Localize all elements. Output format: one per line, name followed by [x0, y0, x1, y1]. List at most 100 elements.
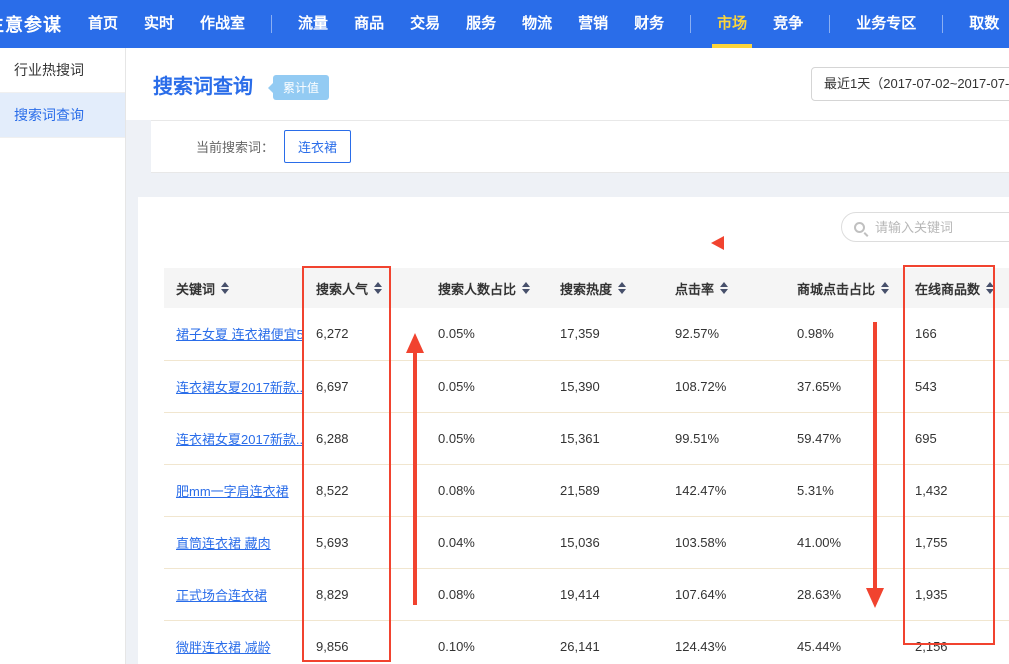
table-cell: 166	[903, 308, 1009, 360]
column-header-label: 在线商品数	[915, 282, 980, 297]
table-cell: 99.51%	[663, 412, 785, 464]
column-header[interactable]: 关键词	[164, 268, 304, 308]
sort-icon[interactable]	[881, 282, 890, 295]
table-cell: 17,359	[548, 308, 663, 360]
sort-icon[interactable]	[618, 282, 627, 295]
brand-logo[interactable]: 生意参谋	[0, 11, 62, 37]
sidebar-item[interactable]: 搜索词查询	[0, 93, 125, 138]
column-header[interactable]: 在线商品数	[903, 268, 1009, 308]
sort-icon[interactable]	[374, 282, 383, 295]
nav-item[interactable]: 流量	[298, 0, 328, 48]
table-cell: 0.05%	[426, 360, 548, 412]
nav-separator	[271, 15, 272, 33]
nav-item[interactable]: 取数	[969, 0, 999, 48]
keyword-cell: 正式场合连衣裙	[164, 568, 304, 620]
table-cell: 0.05%	[426, 412, 548, 464]
table-cell: 0.98%	[785, 308, 903, 360]
column-header[interactable]: 商城点击占比	[785, 268, 903, 308]
table-cell: 15,390	[548, 360, 663, 412]
current-keyword-label: 当前搜索词：	[196, 137, 274, 156]
keyword-link[interactable]: 裙子女夏 连衣裙便宜5...	[176, 327, 304, 342]
column-header-label: 搜索热度	[560, 282, 612, 297]
keyword-tag[interactable]: 连衣裙	[284, 130, 351, 163]
table-cell: 2,156	[903, 620, 1009, 664]
table-cell: 1,935	[903, 568, 1009, 620]
nav-item[interactable]: 营销	[578, 0, 608, 48]
table-header-row: 关键词搜索人气 搜索人数占比 搜索热度 点击率商城点击占比 在线商品数	[164, 268, 1009, 308]
keyword-cell: 微胖连衣裙 减龄	[164, 620, 304, 664]
table-cell: 37.65%	[785, 360, 903, 412]
top-nav: 生意参谋 首页实时作战室 流量商品交易服务物流营销财务 市场竞争 业务专区 取数	[0, 0, 1009, 48]
table-cell: 142.47%	[663, 464, 785, 516]
nav-item[interactable]: 实时	[144, 0, 174, 48]
search-input[interactable]	[873, 219, 1009, 236]
date-range-picker[interactable]: 最近1天（2017-07-02~2017-07-02	[811, 67, 1009, 101]
page-header: 搜索词查询 累计值 最近1天（2017-07-02~2017-07-02	[126, 48, 1009, 120]
table-cell: 26,141	[548, 620, 663, 664]
main-content: 搜索词查询 累计值 最近1天（2017-07-02~2017-07-02 当前搜…	[126, 48, 1009, 664]
nav-separator	[829, 15, 830, 33]
table-row: 肥mm一字肩连衣裙8,5220.08%21,589142.47%5.31%1,4…	[164, 464, 1009, 516]
table-row: 直筒连衣裙 藏肉5,6930.04%15,036103.58%41.00%1,7…	[164, 516, 1009, 568]
keyword-link[interactable]: 微胖连衣裙 减龄	[176, 640, 271, 655]
keyword-link[interactable]: 直筒连衣裙 藏肉	[176, 536, 271, 551]
sort-icon[interactable]	[522, 282, 531, 295]
nav-item[interactable]: 物流	[522, 0, 552, 48]
table-cell: 108.72%	[663, 360, 785, 412]
nav-item[interactable]: 市场	[717, 0, 747, 48]
table-cell: 45.44%	[785, 620, 903, 664]
table-cell: 19,414	[548, 568, 663, 620]
sort-icon[interactable]	[221, 282, 230, 295]
nav-item[interactable]: 竞争	[773, 0, 803, 48]
keyword-search-box[interactable]	[841, 212, 1009, 242]
table-cell: 0.04%	[426, 516, 548, 568]
table-card: 关键词搜索人气 搜索人数占比 搜索热度 点击率商城点击占比 在线商品数 裙子女夏 连衣裙…	[138, 197, 1009, 664]
nav-item[interactable]: 交易	[410, 0, 440, 48]
nav-menu: 首页实时作战室 流量商品交易服务物流营销财务 市场竞争 业务专区 取数	[88, 0, 999, 48]
table-row: 正式场合连衣裙 8,8290.08%19,414107.64%28.63%1,93…	[164, 568, 1009, 620]
table-cell: 0.08%	[426, 568, 548, 620]
table-cell: 5,693	[304, 516, 426, 568]
nav-item[interactable]: 商品	[354, 0, 384, 48]
table-cell: 9,856	[304, 620, 426, 664]
sort-icon[interactable]	[986, 282, 995, 295]
nav-item[interactable]: 首页	[88, 0, 118, 48]
table-cell: 5.31%	[785, 464, 903, 516]
sort-icon[interactable]	[720, 282, 729, 295]
table-cell: 28.63%	[785, 568, 903, 620]
table-cell: 92.57%	[663, 308, 785, 360]
table-row: 连衣裙女夏2017新款...6,6970.05%15,390108.72%37.…	[164, 360, 1009, 412]
table-cell: 107.64%	[663, 568, 785, 620]
column-header[interactable]: 搜索人气	[304, 268, 426, 308]
table-cell: 41.00%	[785, 516, 903, 568]
column-header-label: 搜索人数占比	[438, 282, 516, 297]
table-cell: 8,522	[304, 464, 426, 516]
keyword-link[interactable]: 连衣裙女夏2017新款...	[176, 380, 304, 395]
table-cell: 59.47%	[785, 412, 903, 464]
column-header-label: 搜索人气	[316, 282, 368, 297]
column-header[interactable]: 点击率	[663, 268, 785, 308]
keyword-link[interactable]: 肥mm一字肩连衣裙	[176, 484, 289, 499]
nav-item[interactable]: 业务专区	[856, 0, 916, 48]
keyword-cell: 连衣裙女夏2017新款...	[164, 412, 304, 464]
nav-item[interactable]: 财务	[634, 0, 664, 48]
table-row: 裙子女夏 连衣裙便宜5...6,2720.05%17,35992.57%0.98…	[164, 308, 1009, 360]
table-row: 微胖连衣裙 减龄9,8560.10%26,141124.43%45.44%2,1…	[164, 620, 1009, 664]
page-title: 搜索词查询	[153, 70, 253, 99]
table-cell: 1,755	[903, 516, 1009, 568]
table-cell: 6,272	[304, 308, 426, 360]
table-cell: 8,829	[304, 568, 426, 620]
nav-item[interactable]: 服务	[466, 0, 496, 48]
column-header-label: 商城点击占比	[797, 282, 875, 297]
keyword-link[interactable]: 正式场合连衣裙	[176, 588, 267, 603]
table-cell: 124.43%	[663, 620, 785, 664]
table-cell: 0.05%	[426, 308, 548, 360]
keyword-link[interactable]: 连衣裙女夏2017新款...	[176, 432, 304, 447]
nav-item[interactable]: 作战室	[200, 0, 245, 48]
column-header[interactable]: 搜索热度	[548, 268, 663, 308]
sidebar-item[interactable]: 行业热搜词	[0, 48, 125, 93]
cumulative-value-badge: 累计值	[273, 75, 329, 100]
keyword-cell: 肥mm一字肩连衣裙	[164, 464, 304, 516]
keyword-cell: 直筒连衣裙 藏肉	[164, 516, 304, 568]
column-header[interactable]: 搜索人数占比	[426, 268, 548, 308]
